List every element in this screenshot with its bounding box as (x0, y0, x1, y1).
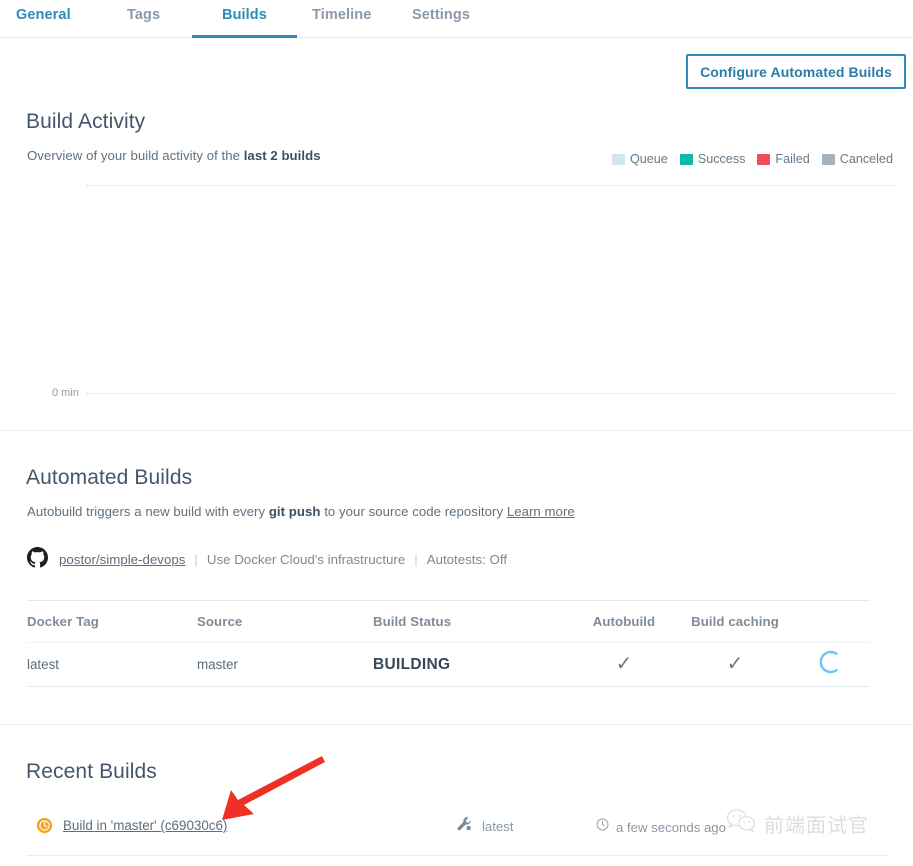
build-activity-subtitle: Overview of your build activity of the l… (27, 148, 321, 163)
watermark-text: 前端面试官 (764, 813, 869, 837)
legend-item-canceled: Canceled (821, 152, 893, 166)
chart-legend: Queue Success Failed Canceled (612, 152, 893, 166)
legend-label-queue: Queue (630, 152, 668, 166)
github-icon (27, 547, 48, 571)
section-divider-1 (0, 430, 913, 431)
section-divider-2 (0, 724, 913, 725)
tab-general[interactable]: General (16, 7, 71, 23)
legend-item-success: Success (679, 152, 746, 166)
chart-gridline-top (86, 185, 898, 186)
configure-automated-builds-button[interactable]: Configure Automated Builds (686, 54, 906, 89)
cell-docker-tag: latest (27, 657, 60, 672)
cell-source: master (197, 657, 238, 672)
tab-timeline[interactable]: Timeline (312, 7, 371, 23)
repo-separator-2: | (414, 551, 418, 567)
wechat-icon (726, 808, 756, 839)
recent-build-time: a few seconds ago (596, 818, 726, 836)
legend-swatch-failed-icon (757, 153, 771, 165)
column-header-autobuild: Autobuild (592, 614, 656, 629)
repository-info-row: postor/simple-devops | Use Docker Cloud'… (27, 547, 507, 571)
wrench-icon (456, 815, 473, 838)
recent-builds-title: Recent Builds (26, 760, 157, 783)
legend-label-success: Success (697, 152, 746, 166)
autobuild-desc-strong: git push (268, 504, 321, 519)
build-activity-subtitle-strong: last 2 builds (243, 148, 321, 163)
legend-swatch-canceled-icon (821, 153, 835, 165)
cell-build-caching: ✓ (679, 654, 791, 675)
tab-settings[interactable]: Settings (412, 7, 470, 23)
tab-bar: General Tags Builds Timeline Settings (0, 0, 913, 38)
repository-link[interactable]: postor/simple-devops (59, 552, 185, 567)
legend-swatch-success-icon (679, 153, 693, 165)
build-activity-chart: 0 min (28, 185, 898, 400)
builds-page: General Tags Builds Timeline Settings Co… (0, 0, 913, 866)
recent-build-tag: latest (456, 815, 514, 838)
column-header-build-status: Build Status (373, 614, 452, 629)
chart-y-axis-tick-0: 0 min (52, 387, 79, 399)
legend-label-canceled: Canceled (839, 152, 893, 166)
automated-builds-description: Autobuild triggers a new build with ever… (27, 504, 575, 519)
active-tab-indicator (192, 35, 297, 38)
table-header-row: Docker Tag Source Build Status Autobuild… (27, 600, 870, 642)
legend-label-failed: Failed (775, 152, 810, 166)
cell-autobuild: ✓ (569, 654, 679, 675)
learn-more-link[interactable]: Learn more (507, 504, 575, 519)
build-activity-title: Build Activity (26, 110, 146, 133)
legend-swatch-queue-icon (612, 153, 625, 165)
loading-spinner-icon (818, 649, 844, 675)
repo-separator-1: | (194, 551, 198, 567)
autobuild-desc-prefix: Autobuild triggers a new build with ever… (27, 504, 269, 519)
autotests-label: Autotests: Off (426, 551, 508, 567)
table-row[interactable]: latest master BUILDING ✓ ✓ (27, 642, 870, 687)
tab-builds[interactable]: Builds (222, 7, 267, 23)
watermark: 前端面试官 (726, 808, 869, 839)
check-icon: ✓ (615, 653, 633, 675)
recent-build-time-label: a few seconds ago (616, 819, 726, 835)
column-header-docker-tag: Docker Tag (27, 614, 99, 629)
cell-build-status: BUILDING (373, 655, 451, 673)
cell-build-progress (791, 649, 870, 680)
recent-build-link[interactable]: Build in 'master' (c69030c6) (63, 818, 227, 833)
automated-builds-title: Automated Builds (26, 466, 193, 489)
tab-tags[interactable]: Tags (127, 7, 160, 23)
column-header-build-caching: Build caching (691, 614, 779, 629)
clock-icon (596, 818, 609, 836)
autobuild-desc-suffix: to your source code repository (320, 504, 507, 519)
check-icon: ✓ (726, 653, 744, 675)
bottom-divider (27, 855, 887, 856)
build-status-pending-icon (36, 817, 53, 839)
build-activity-subtitle-prefix: Overview of your build activity of the (27, 148, 244, 163)
chart-gridline-baseline (86, 393, 898, 394)
infrastructure-label: Use Docker Cloud's infrastructure (206, 551, 406, 567)
recent-build-tag-label: latest (482, 819, 514, 834)
legend-item-queue: Queue (612, 152, 668, 166)
build-configuration-table: Docker Tag Source Build Status Autobuild… (27, 600, 870, 687)
legend-item-failed: Failed (757, 152, 810, 166)
column-header-source: Source (197, 614, 243, 629)
